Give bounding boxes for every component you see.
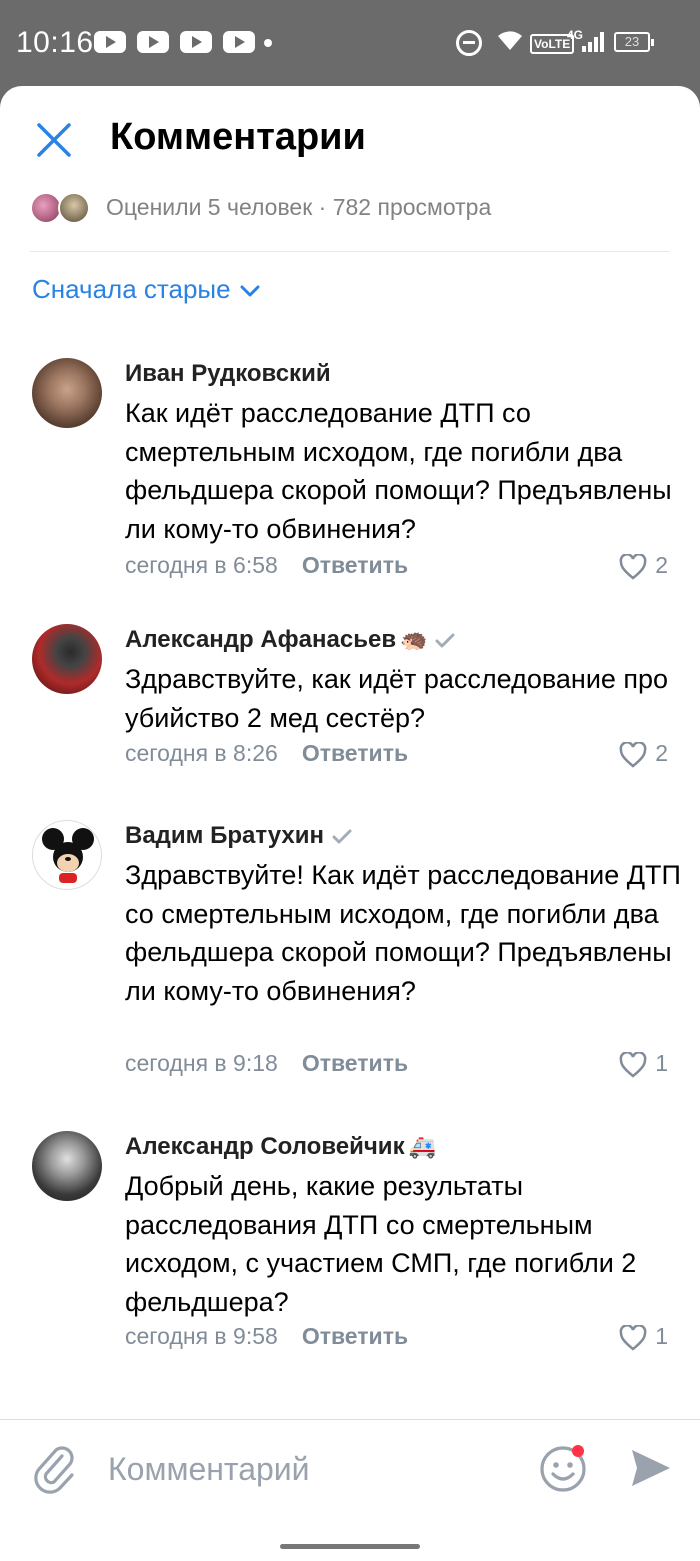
comment-item: Иван Рудковский Как идёт расследование Д… <box>0 358 700 588</box>
like-count: 2 <box>655 740 668 766</box>
status-bar: 10:16 VoLTE 4G 23 <box>0 0 700 86</box>
heart-icon <box>619 553 647 580</box>
likes-summary-text: Оценили 5 человек · 782 просмотра <box>106 194 492 220</box>
heart-icon <box>619 1051 647 1078</box>
like-button[interactable]: 2 <box>619 740 668 768</box>
send-icon[interactable] <box>628 1446 672 1490</box>
comment-composer <box>0 1420 700 1561</box>
author-emoji: 🚑 <box>408 1134 436 1159</box>
reply-button[interactable]: Ответить <box>302 552 408 578</box>
page-title: Комментарии <box>110 116 366 158</box>
author-emoji: 🦔 <box>400 627 428 652</box>
avatar[interactable] <box>32 1131 102 1201</box>
verified-icon <box>435 633 455 648</box>
avatar[interactable] <box>32 358 102 428</box>
comment-author[interactable]: Александр Соловейчик 🚑 <box>125 1133 436 1161</box>
comment-time: сегодня в 9:18 <box>125 1050 278 1076</box>
comment-author[interactable]: Иван Рудковский <box>125 360 331 388</box>
do-not-disturb-icon <box>456 30 482 56</box>
comment-author[interactable]: Вадим Братухин <box>125 822 352 850</box>
like-button[interactable]: 1 <box>619 1050 668 1078</box>
liker-avatar <box>58 192 90 224</box>
emoji-smile-icon[interactable] <box>538 1442 590 1494</box>
network-type-label: 4G <box>567 28 584 42</box>
verified-icon <box>332 829 352 844</box>
more-notifications-dot-icon <box>264 39 272 47</box>
comment-meta: сегодня в 6:58 Ответить <box>125 552 408 579</box>
like-button[interactable]: 1 <box>619 1323 668 1351</box>
like-count: 1 <box>655 1323 668 1349</box>
comment-text: Здравствуйте! Как идёт расследование ДТП… <box>125 860 681 1006</box>
youtube-notification-icon <box>180 31 212 53</box>
youtube-notification-icon <box>223 31 255 53</box>
attach-paperclip-icon[interactable] <box>32 1442 76 1494</box>
chevron-down-icon <box>240 285 260 297</box>
comment-input[interactable] <box>108 1446 508 1492</box>
wifi-icon <box>498 31 522 50</box>
signal-icon <box>582 32 604 52</box>
comment-text: Добрый день, какие результаты расследова… <box>125 1171 637 1317</box>
mickey-avatar-icon <box>42 828 94 883</box>
status-time: 10:16 <box>16 26 94 59</box>
comment-time: сегодня в 8:26 <box>125 740 278 766</box>
close-icon[interactable] <box>34 120 74 160</box>
reply-button[interactable]: Ответить <box>302 740 408 766</box>
comment-meta: сегодня в 9:58 Ответить <box>125 1323 408 1350</box>
comment-meta: сегодня в 9:18 Ответить <box>125 1050 408 1077</box>
heart-icon <box>619 1324 647 1351</box>
comment-author[interactable]: Александр Афанасьев 🦔 <box>125 626 455 654</box>
comment-text: Как идёт расследование ДТП со смертельны… <box>125 398 672 544</box>
avatar[interactable] <box>32 820 102 890</box>
sort-dropdown[interactable]: Сначала старые <box>32 274 261 305</box>
comment-time: сегодня в 9:58 <box>125 1323 278 1349</box>
battery-icon: 23 <box>614 32 654 52</box>
like-count: 2 <box>655 552 668 578</box>
divider <box>30 251 670 252</box>
home-indicator[interactable] <box>280 1544 420 1549</box>
like-count: 1 <box>655 1050 668 1076</box>
comment-time: сегодня в 6:58 <box>125 552 278 578</box>
avatar[interactable] <box>32 624 102 694</box>
comment-text: Здравствуйте, как идёт расследование про… <box>125 664 669 733</box>
comment-meta: сегодня в 8:26 Ответить <box>125 740 408 767</box>
reply-button[interactable]: Ответить <box>302 1050 408 1076</box>
sort-label: Сначала старые <box>32 274 231 304</box>
like-button[interactable]: 2 <box>619 552 668 580</box>
reply-button[interactable]: Ответить <box>302 1323 408 1349</box>
comment-item: Александр Афанасьев 🦔 Здравствуйте, как и… <box>0 624 700 784</box>
youtube-notification-icon <box>94 31 126 53</box>
comment-item: Александр Соловейчик 🚑 Добрый день, какие… <box>0 1131 700 1361</box>
youtube-notification-icon <box>137 31 169 53</box>
heart-icon <box>619 741 647 768</box>
comments-sheet: Комментарии Оценили 5 человек · 782 прос… <box>0 86 700 1561</box>
comment-item: Вадим Братухин Здравствуйте! Как идёт ра… <box>0 820 700 1090</box>
